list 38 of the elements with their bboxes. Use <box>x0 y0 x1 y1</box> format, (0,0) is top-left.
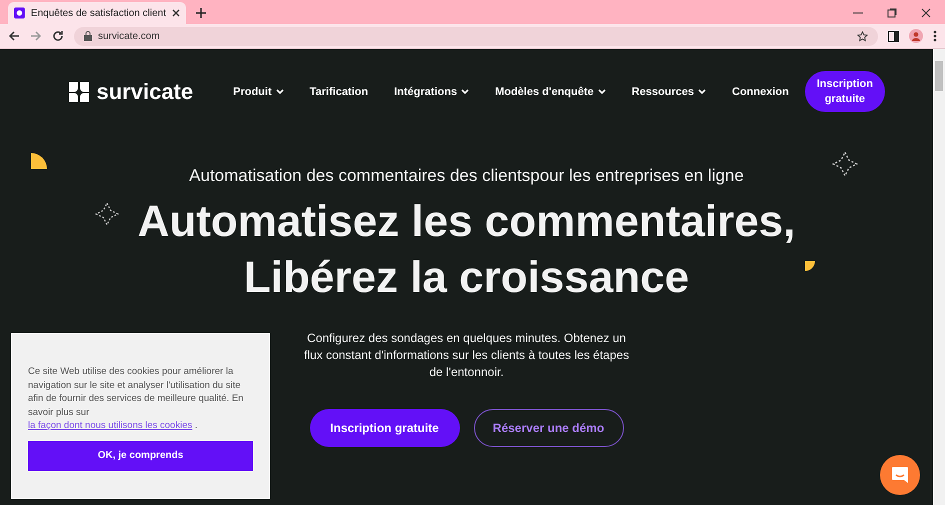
restore-icon[interactable] <box>887 8 897 18</box>
demo-button[interactable]: Réserver une démo <box>474 409 624 447</box>
hero-title: Automatisez les commentaires, Libérez la croissance <box>138 196 796 304</box>
sparkle-icon <box>95 202 119 226</box>
sparkle-icon <box>832 151 858 177</box>
nav-link[interactable]: Modèles d'enquête <box>495 86 606 98</box>
nav-link[interactable]: Intégrations <box>394 86 470 98</box>
logo-icon <box>14 7 25 19</box>
scrollbar-thumb[interactable] <box>935 61 943 91</box>
chat-button[interactable] <box>880 455 920 495</box>
logo-icon <box>66 80 90 104</box>
reload-icon[interactable] <box>52 30 64 42</box>
tab-title: Enquêtes de satisfaction client <box>30 8 166 18</box>
sidebar-icon[interactable] <box>888 30 899 42</box>
cookie-policy-link[interactable]: la façon dont nous utilisons les cookies <box>28 420 192 431</box>
menu-icon[interactable] <box>933 30 937 42</box>
logo-text[interactable]: survicate <box>96 78 194 104</box>
minimize-icon[interactable] <box>853 12 863 14</box>
hero-eyebrow: Automatisation des commentaires des clientspour les entreprises en ligne <box>189 166 744 186</box>
new-tab-icon[interactable] <box>196 8 206 18</box>
chat-icon <box>890 465 910 485</box>
nav-link[interactable]: Produit <box>233 86 284 98</box>
signup-button[interactable]: Inscription gratuite <box>804 71 885 112</box>
signup-button[interactable]: Inscription gratuite <box>310 409 460 447</box>
browser-tab[interactable]: Enquêtes de satisfaction client <box>8 2 186 24</box>
nav-link[interactable]: Connexion <box>732 86 789 98</box>
close-icon[interactable] <box>172 9 180 17</box>
close-icon[interactable] <box>921 8 931 18</box>
cookie-text: Ce site Web utilise des cookies pour améliorer la navigation sur le site et analyser l'utilisation du site afin de fournir des services de meilleure qualité. En savoir plus sur la façon dont nous utilisons les cookies . <box>28 365 244 432</box>
nav-link[interactable]: Ressources <box>632 86 706 98</box>
lock-icon <box>84 31 92 41</box>
avatar-icon[interactable] <box>909 29 923 43</box>
star-icon[interactable] <box>857 30 868 42</box>
nav-link[interactable]: Tarification <box>310 86 368 98</box>
back-icon[interactable] <box>8 30 20 42</box>
accept-button[interactable]: OK, je comprends <box>28 440 253 470</box>
address-bar[interactable]: survicate.com <box>74 26 878 46</box>
hero-subtitle: Configurez des sondages en quelques minutes. Obtenez un flux constant d'informations sur les clients à toutes les étapes de l'entonnoir. <box>302 330 630 381</box>
